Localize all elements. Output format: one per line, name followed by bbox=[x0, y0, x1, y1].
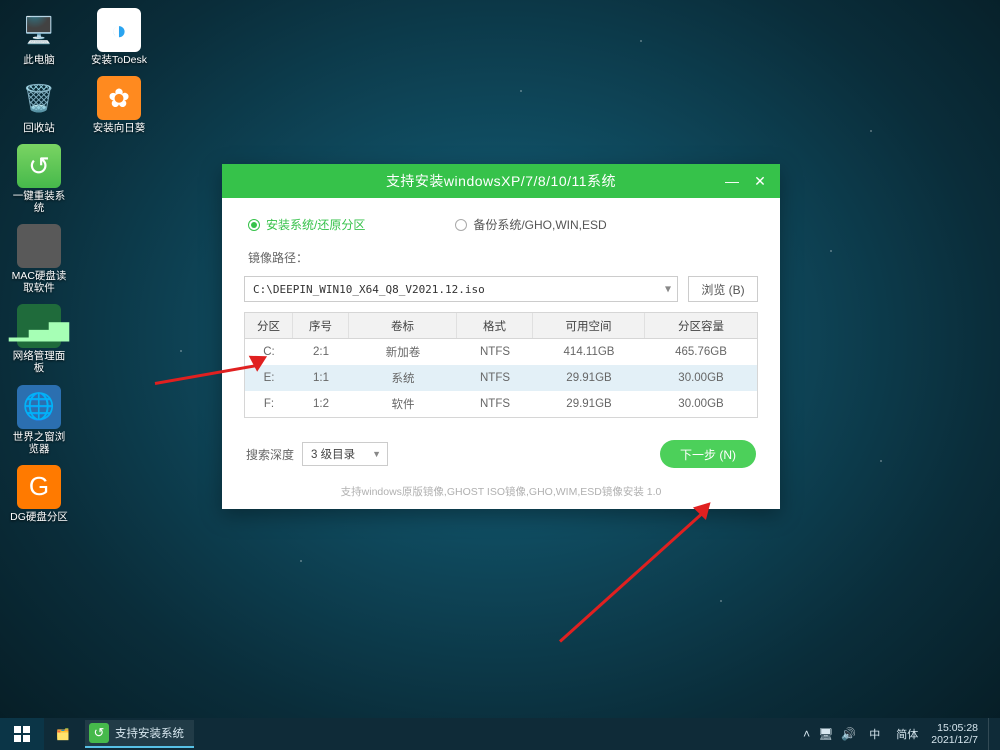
chevron-down-icon: ▼ bbox=[372, 449, 381, 459]
col-volume: 卷标 bbox=[349, 313, 457, 338]
tray-chevron-up-icon[interactable]: ˄ bbox=[803, 727, 810, 741]
partition-icon: G bbox=[17, 465, 61, 509]
close-button[interactable]: ✕ bbox=[746, 164, 774, 198]
desktop-icon-browser[interactable]: 🌐 世界之窗浏览器 bbox=[8, 385, 70, 455]
radio-label: 备份系统/GHO,WIN,ESD bbox=[473, 216, 606, 233]
reinstall-icon: ↺ bbox=[17, 144, 61, 188]
desktop-icon-label: 此电脑 bbox=[23, 54, 55, 66]
cell-volume: 系统 bbox=[349, 365, 457, 391]
desktop-icon-label: 世界之窗浏览器 bbox=[8, 431, 70, 455]
desktop-icon-label: MAC硬盘读取软件 bbox=[8, 270, 70, 294]
bars-icon: ▁▃▅ bbox=[17, 304, 61, 348]
todesk-icon: ◑ bbox=[97, 8, 141, 52]
tray-volume-icon[interactable]: 🔊 bbox=[841, 727, 856, 741]
search-depth-value: 3 级目录 bbox=[311, 446, 355, 462]
desktop-icon-this-pc[interactable]: 🖥️ 此电脑 bbox=[8, 8, 70, 66]
desktop-icon-recycle-bin[interactable]: 🗑️ 回收站 bbox=[8, 76, 70, 134]
desktop-icons: 🖥️ 此电脑 🗑️ 回收站 ↺ 一键重装系统 MAC硬盘读取软件 ▁▃▅ 网络管… bbox=[8, 8, 150, 523]
ime-script[interactable]: 简体 bbox=[893, 725, 921, 743]
radio-dot-icon bbox=[455, 219, 467, 231]
sunflower-icon: ✿ bbox=[97, 76, 141, 120]
cell-capacity: 465.76GB bbox=[645, 339, 757, 365]
cell-free: 29.91GB bbox=[533, 365, 645, 391]
desktop-icon-label: 安装ToDesk bbox=[91, 54, 147, 66]
apple-icon bbox=[17, 224, 61, 268]
minimize-button[interactable]: — bbox=[718, 164, 746, 198]
table-row[interactable]: C: 2:1 新加卷 NTFS 414.11GB 465.76GB bbox=[245, 339, 757, 365]
desktop-icon-label: DG硬盘分区 bbox=[10, 511, 68, 523]
window-titlebar[interactable]: 支持安装windowsXP/7/8/10/11系统 — ✕ bbox=[222, 164, 780, 198]
windows-icon bbox=[14, 726, 30, 742]
desktop-icon-label: 回收站 bbox=[23, 122, 55, 134]
image-path-dropdown[interactable]: C:\DEEPIN_WIN10_X64_Q8_V2021.12.iso ▼ bbox=[244, 276, 678, 302]
image-path-value: C:\DEEPIN_WIN10_X64_Q8_V2021.12.iso bbox=[253, 283, 485, 296]
desktop-icon-label: 安装向日葵 bbox=[93, 122, 146, 134]
partition-table: 分区 序号 卷标 格式 可用空间 分区容量 C: 2:1 新加卷 NTFS 41… bbox=[244, 312, 758, 418]
taskbar-clock[interactable]: 15:05:28 2021/12/7 bbox=[931, 722, 978, 746]
cell-index: 2:1 bbox=[293, 339, 349, 365]
taskbar-time: 15:05:28 bbox=[931, 722, 978, 734]
cell-partition: F: bbox=[245, 391, 293, 417]
cell-volume: 软件 bbox=[349, 391, 457, 417]
image-path-label: 镜像路径： bbox=[248, 249, 758, 266]
desktop-icon-label: 网络管理面板 bbox=[8, 350, 70, 374]
desktop-icon-reinstall[interactable]: ↺ 一键重装系统 bbox=[8, 144, 70, 214]
cell-free: 414.11GB bbox=[533, 339, 645, 365]
browse-button[interactable]: 浏览 (B) bbox=[688, 276, 758, 302]
footer-note: 支持windows原版镜像,GHOST ISO镜像,GHO,WIM,ESD镜像安… bbox=[244, 484, 758, 499]
radio-backup[interactable]: 备份系统/GHO,WIN,ESD bbox=[455, 216, 606, 233]
desktop-icon-network-panel[interactable]: ▁▃▅ 网络管理面板 bbox=[8, 304, 70, 374]
search-depth-label: 搜索深度 bbox=[246, 446, 294, 463]
col-format: 格式 bbox=[457, 313, 533, 338]
taskbar-date: 2021/12/7 bbox=[931, 734, 978, 746]
desktop-icon-todesk[interactable]: ◑ 安装ToDesk bbox=[88, 8, 150, 66]
cell-partition: E: bbox=[245, 365, 293, 391]
col-index: 序号 bbox=[293, 313, 349, 338]
desktop-icon-label: 一键重装系统 bbox=[8, 190, 70, 214]
taskbar-file-explorer[interactable]: 🗂️ bbox=[44, 718, 82, 750]
col-partition: 分区 bbox=[245, 313, 293, 338]
table-row[interactable]: F: 1:2 软件 NTFS 29.91GB 30.00GB bbox=[245, 391, 757, 417]
trash-icon: 🗑️ bbox=[17, 76, 61, 120]
installer-app-icon: ↺ bbox=[89, 723, 109, 743]
desktop-icon-dg[interactable]: G DG硬盘分区 bbox=[8, 465, 70, 523]
start-button[interactable] bbox=[0, 718, 44, 750]
taskbar-app-installer[interactable]: ↺ 支持安装系统 bbox=[85, 720, 194, 748]
cell-format: NTFS bbox=[457, 365, 533, 391]
cell-format: NTFS bbox=[457, 391, 533, 417]
cell-partition: C: bbox=[245, 339, 293, 365]
folder-icon: 🗂️ bbox=[56, 728, 70, 741]
cell-capacity: 30.00GB bbox=[645, 365, 757, 391]
taskbar: 🗂️ ↺ 支持安装系统 ˄ 🖥 🔊 中 简体 15:05:28 2021/12/… bbox=[0, 718, 1000, 750]
cell-volume: 新加卷 bbox=[349, 339, 457, 365]
col-capacity: 分区容量 bbox=[645, 313, 757, 338]
radio-install-restore[interactable]: 安装系统/还原分区 bbox=[248, 216, 365, 233]
show-desktop-button[interactable] bbox=[988, 718, 994, 750]
cell-free: 29.91GB bbox=[533, 391, 645, 417]
tray-display-icon[interactable]: 🖥 bbox=[818, 727, 833, 741]
table-header: 分区 序号 卷标 格式 可用空间 分区容量 bbox=[245, 313, 757, 339]
taskbar-app-label: 支持安装系统 bbox=[115, 725, 184, 741]
globe-icon: 🌐 bbox=[17, 385, 61, 429]
chevron-down-icon: ▼ bbox=[665, 284, 671, 295]
next-button[interactable]: 下一步 (N) bbox=[660, 440, 756, 468]
col-free: 可用空间 bbox=[533, 313, 645, 338]
installer-window: 支持安装windowsXP/7/8/10/11系统 — ✕ 安装系统/还原分区 … bbox=[222, 164, 780, 509]
table-row[interactable]: E: 1:1 系统 NTFS 29.91GB 30.00GB bbox=[245, 365, 757, 391]
cell-index: 1:2 bbox=[293, 391, 349, 417]
radio-label: 安装系统/还原分区 bbox=[266, 216, 365, 233]
desktop-icon-sunflower[interactable]: ✿ 安装向日葵 bbox=[88, 76, 150, 134]
desktop-icon-mac-disk[interactable]: MAC硬盘读取软件 bbox=[8, 224, 70, 294]
pc-icon: 🖥️ bbox=[17, 8, 61, 52]
search-depth-select[interactable]: 3 级目录 ▼ bbox=[302, 442, 388, 466]
radio-dot-icon bbox=[248, 219, 260, 231]
cell-format: NTFS bbox=[457, 339, 533, 365]
ime-language[interactable]: 中 bbox=[866, 725, 883, 743]
cell-capacity: 30.00GB bbox=[645, 391, 757, 417]
cell-index: 1:1 bbox=[293, 365, 349, 391]
window-title: 支持安装windowsXP/7/8/10/11系统 bbox=[386, 171, 616, 191]
